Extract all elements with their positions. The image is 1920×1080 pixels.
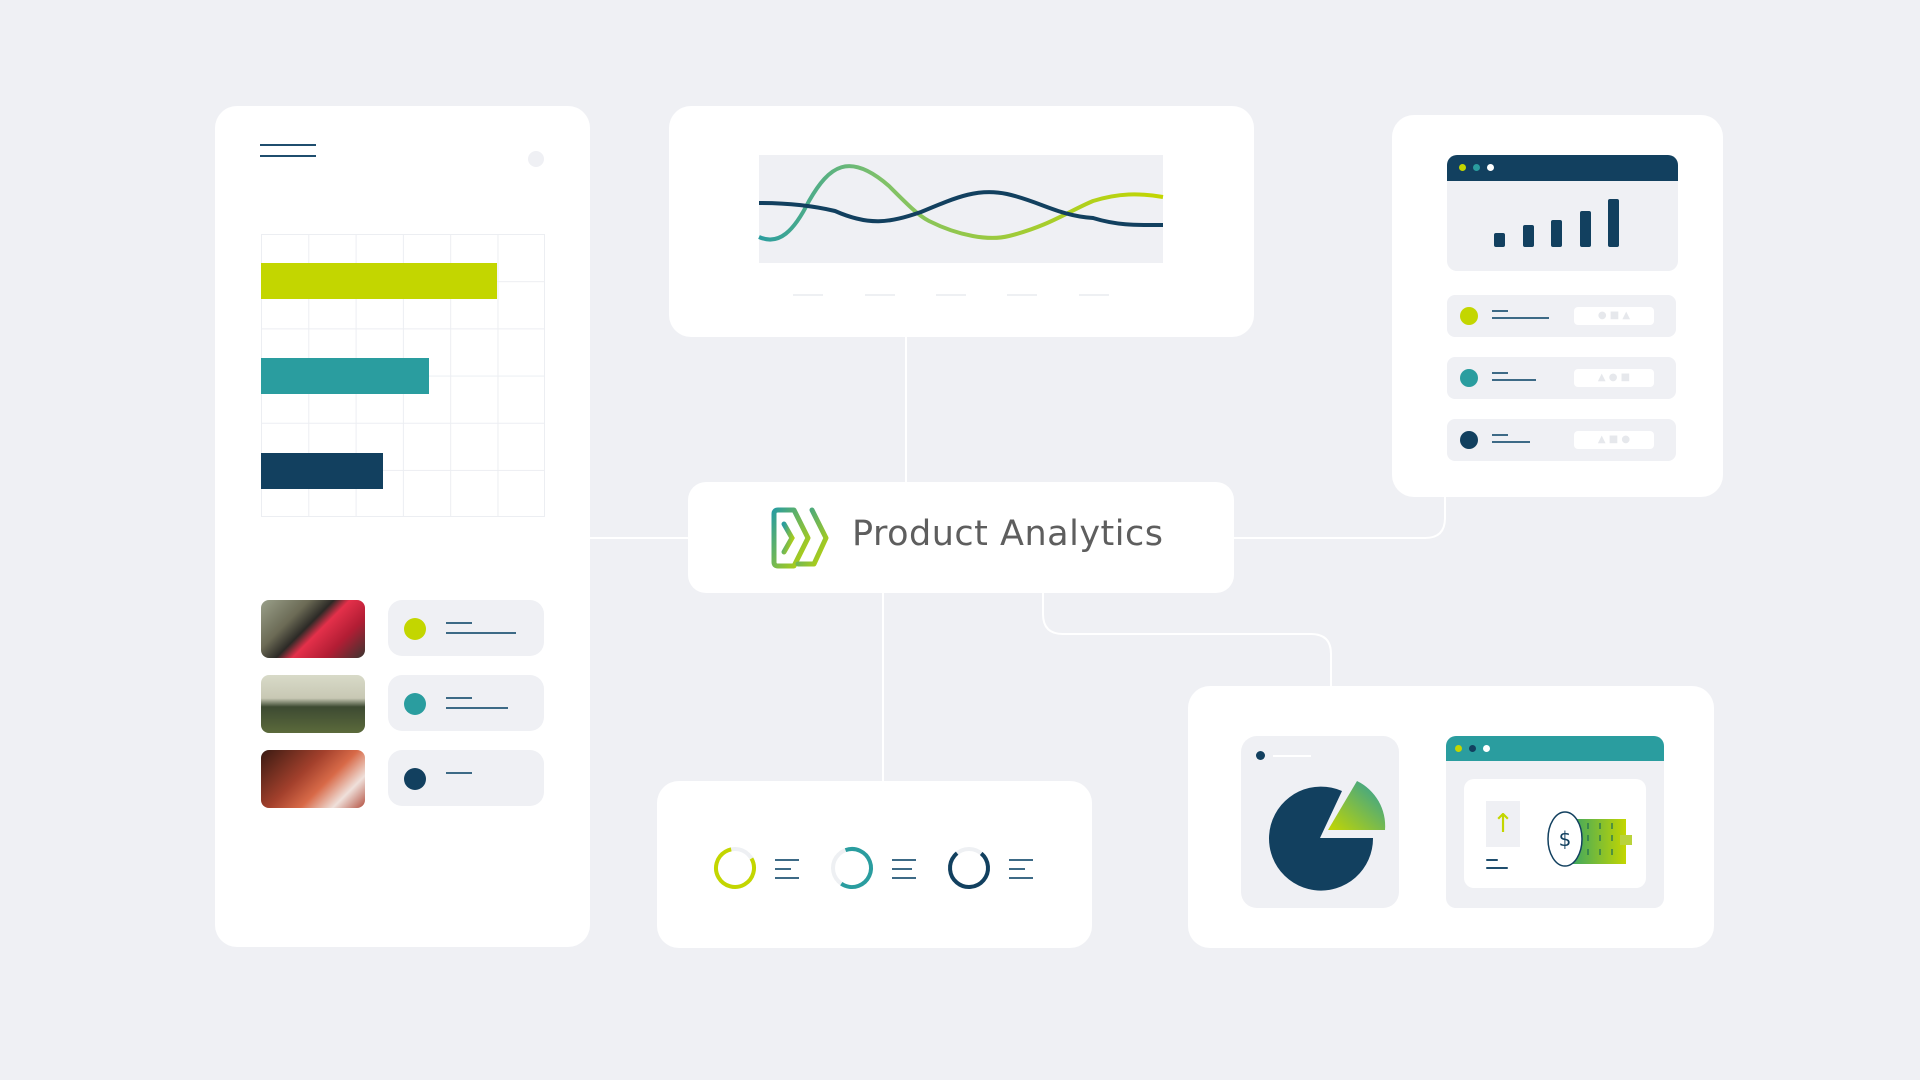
list-item[interactable]	[388, 675, 544, 731]
window-titlebar	[1446, 736, 1664, 761]
list-item[interactable]	[388, 750, 544, 806]
color-dot	[404, 768, 426, 790]
text-placeholder	[446, 622, 472, 624]
pie-chart-icon	[1269, 781, 1386, 891]
window-titlebar	[1447, 155, 1678, 181]
window-dot-icon	[1473, 164, 1480, 171]
status-dot	[528, 151, 544, 167]
column-bar	[1551, 219, 1562, 247]
text-placeholder	[1009, 859, 1033, 861]
action-icons[interactable]: ● ■ ▲	[1574, 307, 1654, 325]
text-placeholder	[446, 632, 516, 634]
chevron-logo-icon	[771, 507, 829, 569]
text-placeholder	[775, 877, 799, 879]
horizontal-bar	[261, 263, 497, 299]
text-placeholder	[1492, 434, 1508, 436]
color-dot	[1460, 369, 1478, 387]
race-car-photo	[261, 600, 365, 658]
window-dot-icon	[1469, 745, 1476, 752]
arrow-up-icon: ↑	[1486, 801, 1520, 847]
text-placeholder	[775, 868, 791, 870]
action-icons[interactable]: ▲ ■ ●	[1574, 431, 1654, 449]
window-dot-icon	[1483, 745, 1490, 752]
window-dot-icon	[1487, 164, 1494, 171]
horizontal-bar	[261, 453, 384, 489]
window-dot-icon	[1455, 745, 1462, 752]
product-analytics-label: Product Analytics	[688, 482, 1234, 593]
progress-ring	[714, 847, 756, 889]
action-icons[interactable]: ▲ ● ■	[1574, 369, 1654, 387]
revenue-card: ↑ $	[1188, 686, 1714, 948]
text-placeholder	[446, 707, 508, 709]
dollar-coins-icon: $	[1547, 811, 1632, 867]
progress-ring	[948, 847, 990, 889]
text-placeholder	[892, 877, 916, 879]
column-bar	[1494, 232, 1505, 247]
dashboard-window-card: ● ■ ▲ ▲ ● ■ ▲ ■ ●	[1392, 115, 1723, 497]
text-placeholder	[1009, 868, 1025, 870]
text-placeholder	[892, 859, 916, 861]
column-bar	[1522, 225, 1534, 247]
progress-ring	[831, 846, 873, 889]
text-placeholder	[446, 772, 472, 774]
text-placeholder	[1492, 379, 1536, 381]
product-analytics-title: Product Analytics	[852, 514, 1164, 554]
browser-window	[1447, 155, 1678, 271]
football-players-photo	[261, 675, 365, 733]
text-placeholder	[1492, 317, 1549, 319]
text-placeholder	[892, 868, 912, 870]
list-row[interactable]: ▲ ● ■	[1447, 357, 1676, 399]
line-chart-card	[669, 106, 1254, 337]
text-placeholder	[775, 859, 799, 861]
progress-rings-card	[657, 781, 1092, 948]
list-item[interactable]	[388, 600, 544, 656]
color-dot	[1460, 431, 1478, 449]
color-dot	[404, 693, 426, 715]
svg-text:$: $	[1559, 827, 1572, 851]
color-dot	[1460, 307, 1478, 325]
horizontal-bar	[261, 358, 429, 394]
painting-close-up-photo	[261, 750, 365, 808]
text-placeholder	[1492, 441, 1530, 443]
line-chart	[758, 155, 1165, 296]
text-placeholder	[1009, 877, 1033, 879]
column-bar	[1608, 199, 1619, 247]
list-row[interactable]: ● ■ ▲	[1447, 295, 1676, 337]
text-placeholder	[1492, 372, 1508, 374]
text-placeholder	[1492, 310, 1508, 312]
x-axis-placeholder-labels	[793, 294, 1109, 296]
column-bar	[1579, 211, 1591, 247]
color-dot	[404, 618, 426, 640]
pie-chart-panel	[1241, 736, 1399, 908]
browser-window: ↑ $	[1446, 736, 1664, 908]
window-dot-icon	[1459, 164, 1466, 171]
mobile-dashboard-card	[215, 106, 590, 947]
text-placeholder	[446, 697, 472, 699]
hamburger-menu-icon[interactable]	[260, 144, 316, 157]
list-row[interactable]: ▲ ■ ●	[1447, 419, 1676, 461]
